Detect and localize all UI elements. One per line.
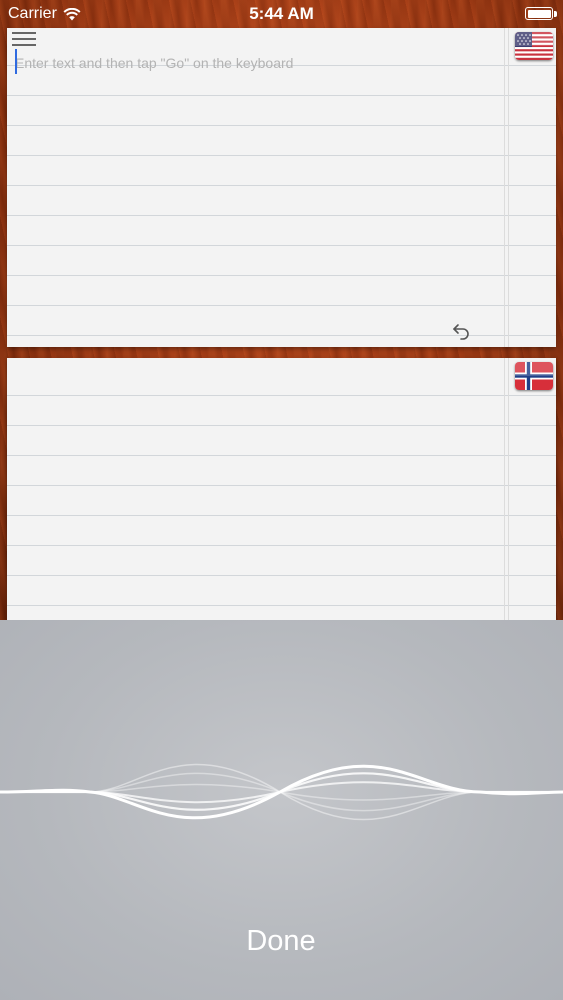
- done-button[interactable]: Done: [181, 916, 381, 966]
- text-caret: [15, 49, 17, 74]
- hamburger-menu-icon[interactable]: [12, 32, 36, 48]
- battery-fill: [527, 9, 551, 18]
- source-text-input[interactable]: [15, 51, 495, 75]
- norway-flag-icon[interactable]: [515, 362, 553, 390]
- battery-icon: [525, 7, 553, 20]
- status-bar: Carrier 5:44 AM: [0, 0, 563, 28]
- dictation-panel: Done: [0, 620, 563, 1000]
- source-text-panel[interactable]: [7, 28, 556, 347]
- voice-waveform: [0, 763, 563, 821]
- undo-icon[interactable]: [451, 322, 471, 340]
- battery-tip: [554, 11, 557, 17]
- target-text-panel: [7, 358, 556, 620]
- us-flag-icon[interactable]: [515, 32, 553, 60]
- status-time: 5:44 AM: [249, 4, 314, 23]
